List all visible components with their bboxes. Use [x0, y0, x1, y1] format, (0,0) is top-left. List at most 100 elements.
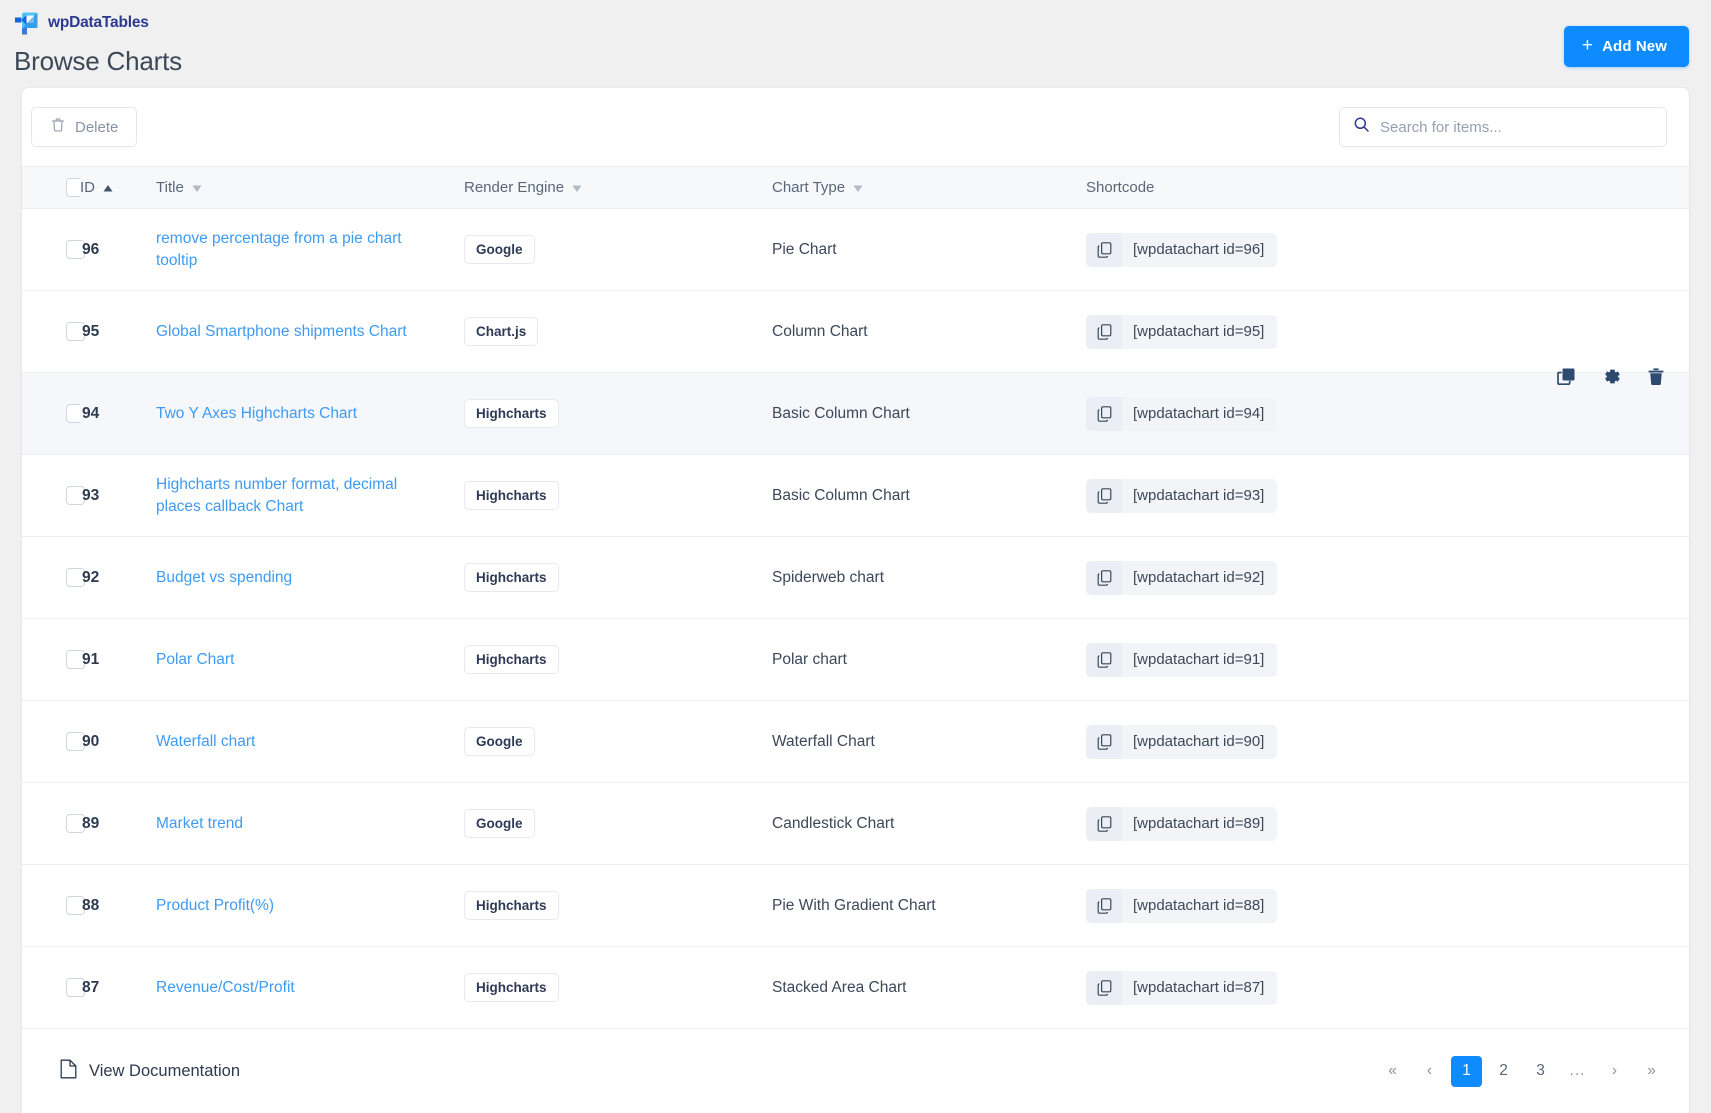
pagination-prev[interactable]: ‹ [1414, 1056, 1445, 1087]
view-documentation-link[interactable]: View Documentation [60, 1059, 240, 1084]
duplicate-icon[interactable] [1557, 367, 1576, 391]
caret-down-icon [853, 179, 863, 196]
row-shortcode-cell: [wpdatachart id=96] [1086, 208, 1689, 291]
header-chart-type[interactable]: Chart Type [772, 166, 1086, 209]
shortcode-text: [wpdatachart id=91] [1133, 651, 1265, 668]
row-title-link[interactable]: Highcharts number format, decimal places… [156, 474, 464, 518]
shortcode-chip[interactable]: [wpdatachart id=90] [1086, 724, 1278, 759]
table-row[interactable]: 93 Highcharts number format, decimal pla… [22, 454, 1689, 537]
table-row[interactable]: 89 Market trend Google Candlestick Chart… [22, 782, 1689, 865]
row-chart-type: Polar chart [772, 618, 1086, 701]
row-title-link[interactable]: Product Profit(%) [156, 895, 464, 917]
pagination-first[interactable]: « [1377, 1056, 1408, 1087]
table-row[interactable]: 92 Budget vs spending Highcharts Spiderw… [22, 536, 1689, 619]
search-input[interactable] [1380, 118, 1653, 136]
wpdatatables-logo-icon [14, 11, 39, 36]
shortcode-chip[interactable]: [wpdatachart id=88] [1086, 888, 1278, 923]
row-chart-type: Spiderweb chart [772, 536, 1086, 619]
caret-down-icon [572, 179, 582, 196]
copy-icon[interactable] [1086, 396, 1122, 431]
row-select-cell[interactable] [22, 946, 85, 1029]
row-engine-cell: Google [464, 700, 772, 783]
row-select-cell[interactable] [22, 700, 85, 783]
shortcode-chip[interactable]: [wpdatachart id=96] [1086, 232, 1278, 267]
render-engine-badge: Highcharts [464, 890, 559, 921]
table-row[interactable]: 91 Polar Chart Highcharts Polar chart [w… [22, 618, 1689, 701]
header-render-engine-label: Render Engine [464, 179, 565, 196]
shortcode-chip[interactable]: [wpdatachart id=92] [1086, 560, 1278, 595]
copy-icon[interactable] [1086, 888, 1122, 923]
shortcode-text: [wpdatachart id=95] [1133, 323, 1265, 340]
row-shortcode-cell: [wpdatachart id=89] [1086, 782, 1689, 865]
caret-up-icon [103, 179, 113, 196]
trash-icon [50, 117, 66, 137]
row-title-link[interactable]: Global Smartphone shipments Chart [156, 321, 464, 343]
shortcode-chip[interactable]: [wpdatachart id=94] [1086, 396, 1278, 431]
copy-icon[interactable] [1086, 560, 1122, 595]
row-title-link[interactable]: Two Y Axes Highcharts Chart [156, 403, 464, 425]
pagination-page-1[interactable]: 1 [1451, 1055, 1482, 1087]
row-title-link[interactable]: Market trend [156, 813, 464, 835]
row-select-cell[interactable] [22, 454, 85, 537]
header-shortcode-label: Shortcode [1086, 179, 1155, 196]
trash-icon[interactable] [1647, 367, 1665, 391]
row-shortcode-cell: [wpdatachart id=92] [1086, 536, 1689, 619]
row-title-link[interactable]: Polar Chart [156, 649, 464, 671]
render-engine-badge: Google [464, 808, 535, 839]
row-select-cell[interactable] [22, 290, 85, 373]
row-actions [1557, 367, 1689, 391]
brand-name: wpDataTables [48, 14, 149, 31]
shortcode-chip[interactable]: [wpdatachart id=93] [1086, 478, 1278, 513]
table-row[interactable]: 90 Waterfall chart Google Waterfall Char… [22, 700, 1689, 783]
search-box[interactable] [1339, 107, 1667, 147]
table-body: 96 remove percentage from a pie chart to… [22, 208, 1689, 1029]
row-engine-cell: Highcharts [464, 372, 772, 455]
row-select-cell[interactable] [22, 208, 85, 291]
row-title-link[interactable]: Waterfall chart [156, 731, 464, 753]
card-footer: View Documentation «‹ 1 2 3... ›» [22, 1029, 1689, 1113]
copy-icon[interactable] [1086, 314, 1122, 349]
row-title-link[interactable]: Budget vs spending [156, 567, 464, 589]
shortcode-text: [wpdatachart id=92] [1133, 569, 1265, 586]
row-select-cell[interactable] [22, 618, 85, 701]
header-select-all[interactable] [22, 166, 85, 209]
table-row[interactable]: 88 Product Profit(%) Highcharts Pie With… [22, 864, 1689, 947]
row-shortcode-cell: [wpdatachart id=95] [1086, 290, 1689, 373]
row-select-cell[interactable] [22, 536, 85, 619]
row-chart-type: Waterfall Chart [772, 700, 1086, 783]
header-title[interactable]: Title [156, 166, 464, 209]
pagination-page-3[interactable]: 3 [1525, 1056, 1556, 1087]
row-select-cell[interactable] [22, 372, 85, 455]
copy-icon[interactable] [1086, 642, 1122, 677]
shortcode-chip[interactable]: [wpdatachart id=89] [1086, 806, 1278, 841]
row-select-cell[interactable] [22, 864, 85, 947]
header-render-engine[interactable]: Render Engine [464, 166, 772, 209]
copy-icon[interactable] [1086, 970, 1122, 1005]
copy-icon[interactable] [1086, 232, 1122, 267]
copy-icon[interactable] [1086, 724, 1122, 759]
copy-icon[interactable] [1086, 478, 1122, 513]
pagination-last[interactable]: » [1636, 1056, 1667, 1087]
shortcode-chip[interactable]: [wpdatachart id=95] [1086, 314, 1278, 349]
pagination: «‹ 1 2 3... ›» [1377, 1055, 1667, 1087]
pagination-next[interactable]: › [1599, 1056, 1630, 1087]
table-row[interactable]: 87 Revenue/Cost/Profit Highcharts Stacke… [22, 946, 1689, 1029]
row-title-link[interactable]: remove percentage from a pie chart toolt… [156, 228, 464, 272]
row-id: 87 [80, 946, 156, 1029]
gear-icon[interactable] [1602, 367, 1621, 391]
add-new-button[interactable]: + Add New [1563, 26, 1689, 67]
delete-button[interactable]: Delete [31, 107, 138, 147]
shortcode-chip[interactable]: [wpdatachart id=91] [1086, 642, 1278, 677]
shortcode-text: [wpdatachart id=90] [1133, 733, 1265, 750]
row-id: 88 [80, 864, 156, 947]
row-title-cell: Market trend [156, 782, 464, 865]
row-select-cell[interactable] [22, 782, 85, 865]
table-row[interactable]: 96 remove percentage from a pie chart to… [22, 208, 1689, 291]
pagination-page-2[interactable]: 2 [1488, 1056, 1519, 1087]
row-title-link[interactable]: Revenue/Cost/Profit [156, 977, 464, 999]
copy-icon[interactable] [1086, 806, 1122, 841]
shortcode-chip[interactable]: [wpdatachart id=87] [1086, 970, 1278, 1005]
table-row[interactable]: 94 Two Y Axes Highcharts Chart Highchart… [22, 367, 1689, 455]
header-id[interactable]: ID [80, 166, 156, 209]
table-row[interactable]: 95 Global Smartphone shipments Chart Cha… [22, 290, 1689, 373]
